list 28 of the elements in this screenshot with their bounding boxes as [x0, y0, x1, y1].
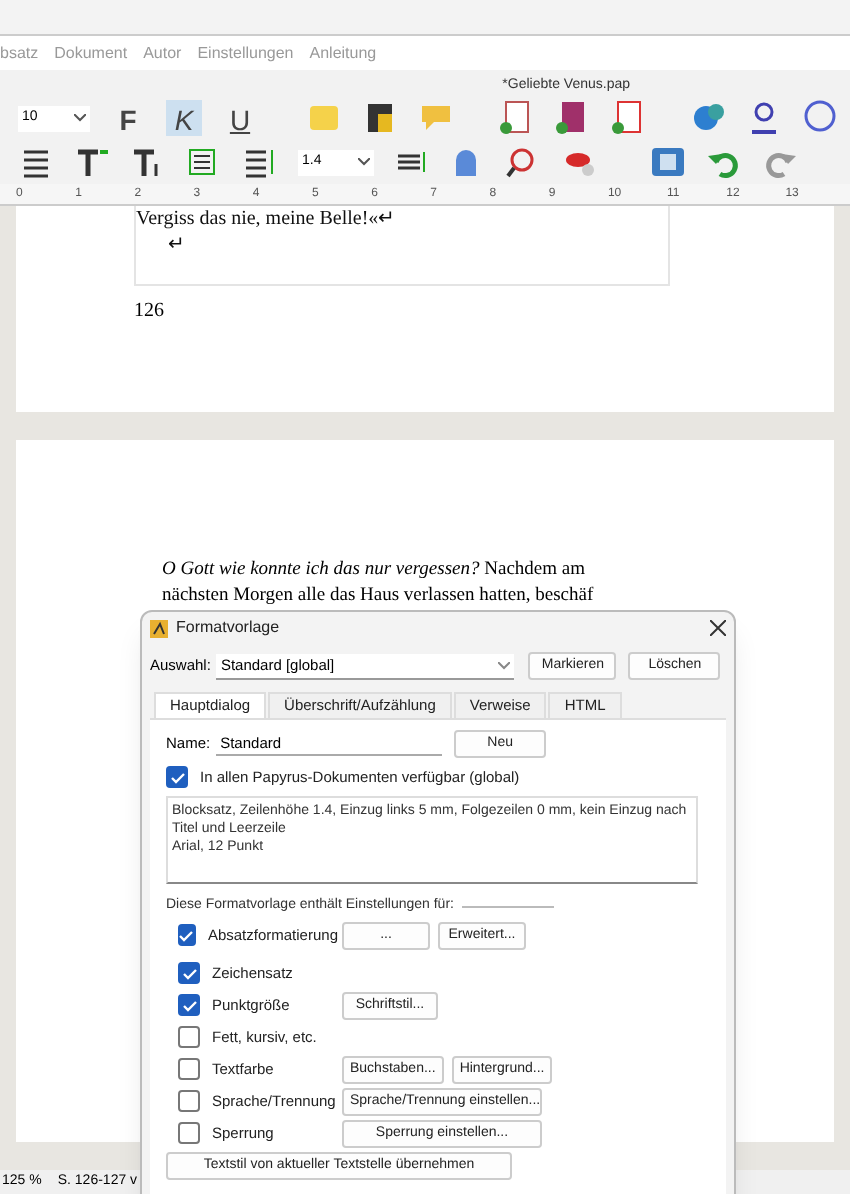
text-line: Vergiss das nie, meine Belle!«↵ [136, 206, 397, 232]
text-line: O Gott wie konnte ich das nur vergessen? Nachdem am [162, 558, 588, 584]
dialog-title: Formatvorlage [176, 616, 282, 640]
text-line: nächsten Morgen alle das Haus verlassen hatten, beschäf [162, 584, 596, 610]
checkbox[interactable] [178, 1090, 200, 1113]
close-icon[interactable] [710, 620, 726, 636]
checkbox[interactable] [166, 766, 188, 789]
screen-icon[interactable] [650, 144, 686, 180]
checkbox[interactable] [178, 924, 196, 947]
format-button[interactable]: K [166, 100, 202, 136]
app-icon [150, 619, 168, 637]
text-line: ↵ [166, 232, 186, 258]
page-number: 126 [134, 298, 166, 326]
checkbox[interactable] [178, 1058, 200, 1081]
heading-icon[interactable] [74, 144, 110, 180]
document-icon[interactable] [554, 100, 590, 136]
caret-icon [74, 114, 86, 122]
format-button[interactable]: U [222, 100, 258, 136]
document-icon[interactable] [498, 100, 534, 136]
line-spacing-icon[interactable] [242, 144, 278, 180]
checkbox[interactable] [178, 1122, 200, 1145]
format-button[interactable]: F [110, 100, 146, 136]
checkbox[interactable] [178, 994, 200, 1017]
checkbox[interactable] [178, 1026, 200, 1049]
checkbox[interactable] [178, 962, 200, 985]
caret-icon [498, 661, 511, 669]
document-icon[interactable] [610, 100, 646, 136]
caret-icon [358, 158, 370, 166]
